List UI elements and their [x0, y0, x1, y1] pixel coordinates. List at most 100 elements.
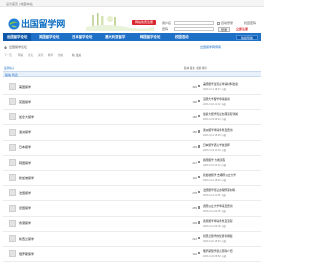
- forum-list-title: 版块 列表: [5, 73, 18, 77]
- forum-post-count: 133: [192, 145, 197, 150]
- nav-item-2[interactable]: 日本留学论坛: [72, 33, 92, 41]
- forum-name[interactable]: 韩国留学: [19, 161, 31, 165]
- login-button[interactable]: 登录: [218, 26, 230, 32]
- forum-name[interactable]: 香港留学: [19, 221, 31, 225]
- latest-post-meta: 2023-3-13 14:40 小编: [203, 148, 226, 152]
- forum-post-count: 326: [192, 84, 197, 89]
- filter-item-5[interactable]: 热帖: [58, 53, 63, 57]
- filter-item-2[interactable]: 论坛: [28, 53, 33, 57]
- site-logo[interactable]: 出国留学网 www.liuxue86.com: [8, 17, 65, 31]
- forum-name[interactable]: 法国留学: [19, 191, 31, 195]
- forum-name[interactable]: 日本留学: [19, 145, 31, 149]
- register-banner-button[interactable]: 网站免费注册: [132, 20, 156, 25]
- forum-icon: [9, 98, 16, 106]
- latest-post-meta: 2023-3-10 15:30 小编: [203, 240, 226, 243]
- remember-checkbox[interactable]: [217, 21, 220, 25]
- forum-icon: [9, 189, 16, 197]
- forum-icon: [9, 143, 16, 151]
- forum-icon: [9, 159, 16, 166]
- latest-post-title[interactable]: 英国大学留学申请指南: [203, 97, 259, 101]
- header: 出国留学网 www.liuxue86.com 网站免费注册 用户名 自动登录 找…: [0, 7, 264, 32]
- forum-row[interactable]: 德国留学 255 德国公立大学申请及费用 2023-3-11 20:45 小编: [3, 201, 261, 217]
- top-bar: 设为首页 | 收藏本站: [0, 0, 264, 7]
- forum-row[interactable]: 美国留学 326 美国留学生签证申请材料准备 2023-3-17 18:47 小编: [3, 79, 261, 95]
- forum-name[interactable]: 新西兰留学: [19, 237, 34, 241]
- top-bar-links[interactable]: 设为首页 | 收藏本站: [6, 2, 32, 6]
- forum-row[interactable]: 法国留学 278 法国留学签证办理所需材料 2023-3-12 11:06 小编: [3, 185, 261, 202]
- folder-icon: [198, 251, 200, 255]
- column-labels: 版块 版主 主题 排序: [184, 67, 207, 70]
- forum-post-count: 247: [192, 160, 197, 165]
- folder-icon: [198, 190, 200, 194]
- password-input[interactable]: [174, 26, 214, 31]
- latest-post-title[interactable]: 澳洲留学申请条件及费用: [203, 128, 259, 132]
- forum-row[interactable]: 新西兰留学 216 新西兰留学的优势有哪些 2023-3-10 15:30 小编: [3, 231, 261, 247]
- nav-item-5[interactable]: 校园活动: [175, 33, 189, 41]
- forum-row[interactable]: 日本留学 133 日本留学语言学校选择 2023-3-13 14:40 小编: [3, 140, 261, 156]
- filter-item-3[interactable]: 资讯: [38, 53, 43, 57]
- forum-post-count: 278: [192, 190, 197, 195]
- globe-logo-icon: [8, 18, 20, 30]
- latest-post-title[interactable]: 美国留学生签证申请材料准备: [203, 82, 259, 86]
- home-icon[interactable]: [4, 45, 7, 49]
- filter-item-1[interactable]: 网站: [18, 53, 23, 57]
- latest-post-title[interactable]: 加拿大留学签证办理流程详解: [203, 112, 259, 116]
- latest-posts-link[interactable]: 最新帖子: [4, 66, 14, 70]
- main-nav: 出国留学论坛 美国留学论坛 日本留学论坛 澳大利亚留学 韩国留学论坛 校园活动 …: [3, 33, 261, 41]
- forum-name[interactable]: 德国留学: [19, 206, 31, 210]
- latest-post-meta: 2023-3-14 16:05 小编: [203, 133, 226, 137]
- latest-post-title[interactable]: 新西兰留学的优势有哪些: [203, 234, 259, 238]
- forum-icon: [9, 250, 16, 258]
- forum-name[interactable]: 新加坡留学: [19, 176, 34, 180]
- forum-row[interactable]: 澳洲留学 150 澳洲留学申请条件及费用 2023-3-14 16:05 小编: [3, 125, 261, 141]
- latest-post-title[interactable]: 德国公立大学申请及费用: [203, 204, 259, 208]
- nav-item-0[interactable]: 出国留学论坛: [3, 33, 32, 41]
- forum-name[interactable]: 美国留学: [19, 85, 31, 89]
- latest-post-meta: 2023-3-16 11:22 小编: [203, 103, 226, 107]
- latest-post-meta: 2023-3-17 18:47 小编: [203, 88, 226, 91]
- blog-link[interactable]: 出国留学网博客: [200, 45, 221, 49]
- forum-name[interactable]: 澳洲留学: [19, 130, 31, 134]
- latest-post-meta: 2023-3-12 11:06 小编: [203, 194, 226, 198]
- forum-name[interactable]: 英国留学: [19, 100, 31, 104]
- logo-subtitle: www.liuxue86.com: [22, 27, 41, 29]
- filter-right: 帖: 最后: [72, 54, 82, 57]
- filter-item-0[interactable]: 下一页: [4, 53, 12, 57]
- forum-row[interactable]: 英国留学 190 英国大学留学申请指南 2023-3-16 11:22 小编: [3, 94, 261, 111]
- folder-icon: [198, 145, 200, 148]
- forum-icon: [9, 113, 16, 121]
- latest-post-title[interactable]: 香港留学申请条件及流程: [203, 219, 259, 223]
- folder-icon: [198, 160, 200, 164]
- nav-item-1[interactable]: 美国留学论坛: [39, 33, 59, 41]
- forum-row[interactable]: 加拿大留学 165 加拿大留学签证办理流程详解 2023-3-15 09:34 小编: [3, 109, 261, 126]
- forgot-password-link[interactable]: 找回密码: [244, 21, 256, 25]
- latest-post-meta: 2023-3-11 20:45 小编: [203, 209, 226, 213]
- latest-post-title[interactable]: 韩国留学 大概流程: [203, 158, 259, 162]
- username-input[interactable]: [174, 20, 214, 25]
- forum-row[interactable]: 韩国留学 247 韩国留学 大概流程 2023-3-13 10:12 小编: [3, 155, 261, 171]
- forum-row[interactable]: 新加坡留学 119 新加坡留学 去哪所公立大学 2023-3-12 18:20 小编: [3, 170, 261, 187]
- forum-name[interactable]: 俄罗斯留学: [19, 252, 34, 256]
- latest-post-title[interactable]: 日本留学语言学校选择: [203, 143, 259, 147]
- folder-icon: [198, 221, 200, 224]
- nav-item-3[interactable]: 澳大利亚留学: [105, 33, 125, 41]
- latest-post-title[interactable]: 新加坡留学 去哪所公立大学: [203, 173, 259, 177]
- folder-icon: [198, 236, 200, 240]
- forum-icon: [9, 219, 16, 227]
- filter-item-4[interactable]: 精华: [48, 53, 53, 57]
- folder-icon: [198, 114, 200, 118]
- latest-post-title[interactable]: 俄罗斯留学语言预科介绍: [203, 249, 259, 253]
- latest-post-meta: 2023-3-12 18:20 小编: [203, 179, 226, 183]
- forum-post-count: 165: [192, 114, 197, 119]
- filter-bar: 下一页 网站 论坛 资讯 精华 热帖 帖: 最后: [4, 53, 260, 58]
- breadcrumb-text[interactable]: 出国留学论坛: [9, 45, 27, 49]
- nav-item-4[interactable]: 韩国留学论坛: [140, 33, 160, 41]
- register-link[interactable]: 立即注册: [236, 27, 248, 31]
- quick-nav-button[interactable]: 快捷导航: [235, 34, 258, 40]
- forum-row[interactable]: 香港留学 309 香港留学申请条件及流程 2023-3-11 09:18 小编: [3, 216, 261, 232]
- forum-row[interactable]: 俄罗斯留学 142 俄罗斯留学语言预科介绍 2023-3-10 08:52 小编: [3, 246, 261, 263]
- forum-post-count: 142: [192, 251, 197, 256]
- latest-post-title[interactable]: 法国留学签证办理所需材料: [203, 188, 259, 192]
- forum-icon: [9, 235, 16, 242]
- forum-name[interactable]: 加拿大留学: [19, 115, 34, 119]
